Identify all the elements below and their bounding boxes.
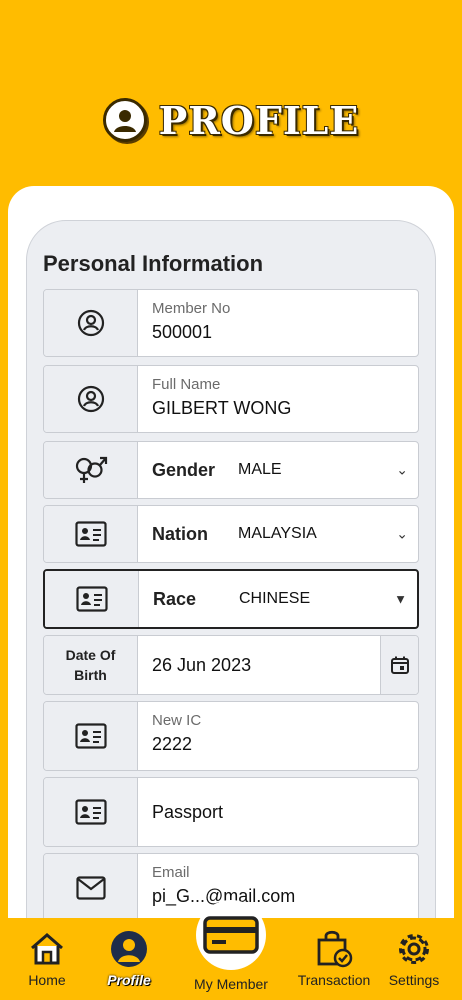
race-select[interactable]: Race CHINESE ▼ xyxy=(139,571,417,627)
nation-select[interactable]: Nation MALAYSIA ⌄ xyxy=(138,506,418,562)
nav-settings[interactable]: Settings xyxy=(374,930,454,988)
nav-settings-label: Settings xyxy=(388,972,440,988)
full-name-row: Full Name GILBERT WONG xyxy=(43,365,419,433)
nav-profile[interactable]: Profile xyxy=(89,930,169,988)
user-icon xyxy=(44,366,138,432)
member-no-value: 500001 xyxy=(152,322,213,342)
email-label: Email xyxy=(152,864,190,881)
gender-value: MALE xyxy=(238,461,282,478)
mail-icon xyxy=(44,854,138,922)
passport-field[interactable]: Passport xyxy=(138,778,223,846)
full-name-value: GILBERT WONG xyxy=(152,398,292,418)
gender-label: Gender xyxy=(152,459,216,480)
profile-icon xyxy=(111,931,147,967)
new-ic-field[interactable]: New IC 2222 xyxy=(138,702,418,770)
member-no-field[interactable]: Member No 500001 xyxy=(138,290,418,356)
content-panel: Personal Information Member No 500001 Fu… xyxy=(8,186,454,946)
nav-home-label: Home xyxy=(28,972,66,988)
home-icon xyxy=(31,933,63,965)
email-value: pi_G...@mail.com xyxy=(152,886,296,906)
nav-profile-label: Profile xyxy=(107,972,151,988)
personal-info-card: Personal Information Member No 500001 Fu… xyxy=(26,220,436,940)
dob-label-cell: Date Of Birth xyxy=(44,636,138,694)
nav-home[interactable]: Home xyxy=(7,930,87,988)
header-title-group: PROFILE xyxy=(102,97,360,143)
page-title: PROFILE xyxy=(158,97,360,143)
new-ic-label: New IC xyxy=(152,712,202,729)
nav-transaction[interactable]: Transaction xyxy=(292,930,376,988)
nav-my-member[interactable] xyxy=(196,900,266,970)
full-name-label: Full Name xyxy=(152,376,221,393)
race-label: Race xyxy=(153,588,197,609)
new-ic-value: 2222 xyxy=(152,734,193,754)
member-card-icon xyxy=(203,916,259,954)
member-no-row: Member No 500001 xyxy=(43,289,419,357)
gear-icon xyxy=(399,934,429,964)
new-ic-row: New IC 2222 xyxy=(43,701,419,771)
id-card-icon xyxy=(44,778,138,846)
nav-transaction-label: Transaction xyxy=(297,972,371,988)
id-card-icon xyxy=(44,506,138,562)
email-field[interactable]: Email pi_G...@mail.com xyxy=(138,854,418,922)
passport-row: Passport xyxy=(43,777,419,847)
nation-row: Nation MALAYSIA ⌄ xyxy=(43,505,419,563)
gender-icon xyxy=(44,442,138,498)
nav-my-member-label: My Member xyxy=(194,976,268,992)
user-icon xyxy=(44,290,138,356)
id-card-icon xyxy=(44,702,138,770)
chevron-down-icon: ⌄ xyxy=(396,525,408,542)
race-row: Race CHINESE ▼ xyxy=(43,569,419,629)
gender-row: Gender MALE ⌄ xyxy=(43,441,419,499)
id-card-icon xyxy=(45,571,139,627)
dob-row: Date Of Birth 26 Jun 2023 xyxy=(43,635,419,695)
dob-input[interactable]: 26 Jun 2023 xyxy=(138,636,380,694)
caret-down-icon: ▼ xyxy=(394,591,407,607)
nation-label: Nation xyxy=(152,523,208,544)
chevron-down-icon: ⌄ xyxy=(396,461,408,478)
calendar-icon[interactable] xyxy=(380,636,418,694)
race-value: CHINESE xyxy=(239,590,311,607)
dob-label: Date Of Birth xyxy=(65,647,116,683)
nation-value: MALAYSIA xyxy=(238,525,317,542)
full-name-field[interactable]: Full Name GILBERT WONG xyxy=(138,366,418,432)
bottom-nav: Home Profile My Member Transaction Setti… xyxy=(0,900,462,1000)
header: PROFILE xyxy=(0,0,462,190)
user-circle-icon xyxy=(102,98,147,142)
section-title: Personal Information xyxy=(43,251,264,276)
shopping-bag-icon xyxy=(317,930,353,968)
gender-select[interactable]: Gender MALE ⌄ xyxy=(138,442,418,498)
member-no-label: Member No xyxy=(152,300,231,317)
